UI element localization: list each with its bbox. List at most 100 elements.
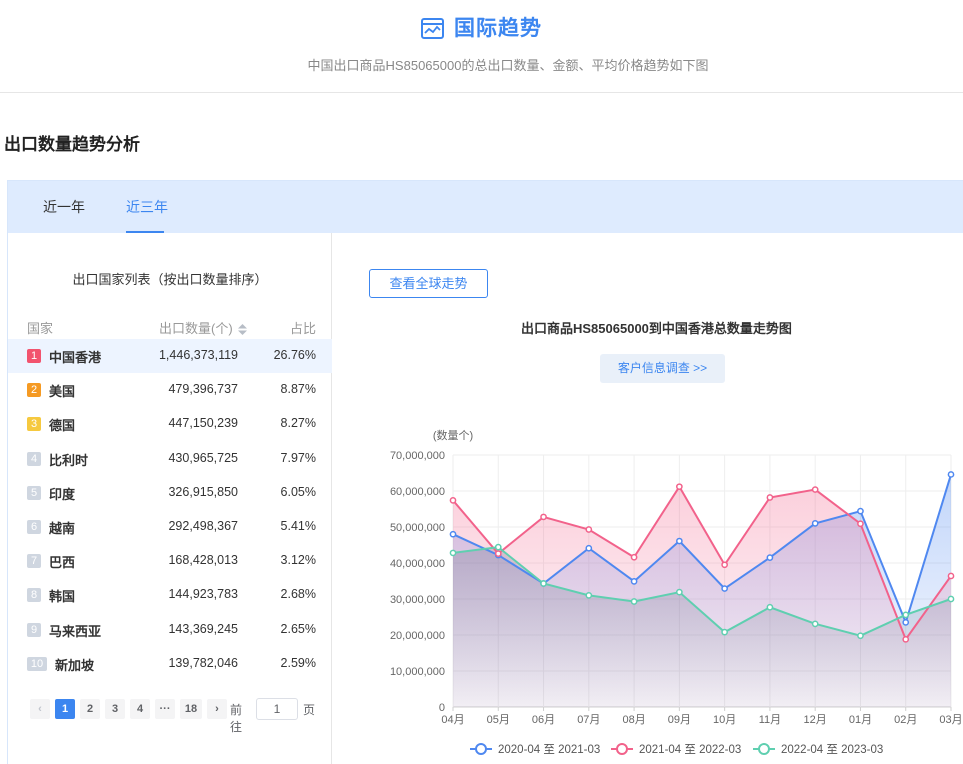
page-ellipsis[interactable]: ··· — [155, 699, 175, 719]
goto-page-input[interactable] — [256, 698, 298, 720]
export-share: 7.97% — [280, 450, 316, 465]
data-point — [585, 592, 593, 599]
export-quantity: 430,965,725 — [168, 450, 238, 465]
rank-badge: 6 — [27, 520, 41, 534]
data-point — [540, 580, 547, 587]
x-tick-label: 09月 — [668, 714, 691, 726]
rank-badge: 2 — [27, 383, 41, 398]
export-share: 26.76% — [273, 348, 316, 362]
section-title: 出口数量趋势分析 — [4, 135, 140, 154]
table-row[interactable]: 1 中国香港 1,446,373,119 26.76% — [8, 339, 332, 373]
x-tick-label: 02月 — [894, 714, 917, 726]
column-header-quantity[interactable]: 出口数量(个) — [159, 318, 248, 338]
table-row[interactable]: 2 美国 479,396,737 8.87% — [8, 373, 332, 407]
page-subtitle: 中国出口商品HS85065000的总出口数量、金额、平均价格趋势如下图 — [307, 58, 709, 73]
legend-marker — [475, 743, 487, 755]
country-name: 韩国 — [49, 589, 76, 605]
data-point — [766, 554, 774, 561]
export-share: 2.59% — [280, 655, 316, 670]
table-row[interactable]: 4 比利时 430,965,725 7.97% — [8, 442, 332, 476]
data-point — [766, 494, 774, 501]
page-button-4[interactable]: 4 — [130, 699, 150, 719]
table-row[interactable]: 6 越南 292,498,367 5.41% — [8, 510, 332, 544]
tab-three-years[interactable]: 近三年 — [126, 197, 168, 217]
y-tick-label: 10,000,000 — [390, 666, 445, 678]
data-point — [902, 619, 910, 626]
export-share: 8.87% — [280, 382, 316, 397]
country-name: 德国 — [49, 418, 76, 434]
rank-badge: 8 — [27, 588, 41, 603]
country-list-title: 出口国家列表（按出口数量排序） — [72, 272, 268, 287]
data-point — [585, 526, 593, 533]
y-tick-label: 30,000,000 — [390, 594, 445, 606]
trend-chart: 0 10,000,000 20,000,000 30,000,000 40,000,00… — [390, 429, 963, 756]
rank-badge: 5 — [27, 485, 41, 500]
next-page-button[interactable]: › — [207, 699, 227, 719]
trend-panel: 近一年 近三年 出口国家列表（按出口数量排序） 国家 出口数量(个) 占比 1中… — [7, 180, 963, 764]
x-tick-label: 12月 — [804, 714, 827, 726]
prev-page-button[interactable]: ‹ — [30, 699, 50, 719]
data-point — [540, 513, 547, 521]
x-tick-label: 05月 — [487, 714, 510, 726]
data-point — [630, 578, 638, 585]
x-tick-label: 10月 — [713, 714, 736, 726]
x-tick-label: 11月 — [759, 714, 781, 726]
data-point — [494, 543, 502, 551]
tab-one-year[interactable]: 近一年 — [43, 197, 85, 217]
y-tick-label: 50,000,000 — [390, 522, 445, 534]
rank-badge: 3 — [27, 417, 41, 432]
export-share: 2.68% — [280, 587, 316, 602]
table-row[interactable]: 3 德国 447,150,239 8.27% — [8, 407, 332, 441]
table-row[interactable]: 9 马来西亚 143,369,245 2.65% — [8, 613, 332, 647]
legend-label: 2020-04 至 2021-03 — [498, 744, 600, 756]
page-suffix: 页 — [303, 703, 316, 717]
table-row[interactable]: 10 新加坡 139,782,046 2.59% — [8, 647, 332, 681]
data-point — [811, 486, 819, 493]
table-row[interactable]: 8 韩国 144,923,783 2.68% — [8, 578, 332, 612]
y-axis-label: (数量个) — [433, 429, 473, 442]
country-list-panel: 出口国家列表（按出口数量排序） 国家 出口数量(个) 占比 1 中国香港 1,446… — [8, 233, 332, 764]
column-header-country: 国家 — [27, 321, 54, 336]
data-point — [449, 530, 457, 538]
data-point — [811, 620, 819, 628]
sort-icon[interactable] — [238, 323, 248, 338]
x-tick-label: 03月 — [939, 714, 962, 726]
period-tabs: 近一年 近三年 — [8, 181, 963, 233]
y-tick-label: 60,000,000 — [390, 486, 445, 498]
legend-marker — [758, 743, 770, 755]
legend-marker — [616, 743, 628, 755]
data-point — [902, 611, 910, 619]
data-point — [494, 550, 502, 557]
data-point — [676, 537, 683, 545]
data-point — [947, 595, 955, 603]
y-tick-label: 0 — [439, 702, 445, 714]
chart-panel: 查看全球走势 出口商品HS85065000到中国香港总数量走势图 客户信息调查 … — [333, 233, 963, 764]
table-row[interactable]: 5 印度 326,915,850 6.05% — [8, 476, 332, 510]
data-point — [766, 603, 774, 611]
data-point — [857, 632, 864, 640]
x-tick-label: 07月 — [577, 714, 600, 726]
rank-badge: 10 — [27, 656, 47, 671]
export-quantity: 143,369,245 — [168, 621, 238, 636]
table-row[interactable]: 7 巴西 168,428,013 3.12% — [8, 544, 332, 578]
country-name: 巴西 — [49, 555, 76, 571]
export-share: 6.05% — [280, 484, 316, 499]
page-button-3[interactable]: 3 — [105, 699, 125, 719]
y-tick-label: 70,000,000 — [390, 450, 445, 462]
data-point — [721, 561, 728, 569]
data-point — [721, 585, 728, 592]
country-name: 比利时 — [49, 452, 89, 468]
export-quantity: 139,782,046 — [168, 655, 238, 670]
data-point — [449, 549, 457, 557]
legend-label: 2022-04 至 2023-03 — [781, 744, 883, 756]
data-point — [676, 588, 683, 596]
page-button-1[interactable]: 1 — [55, 699, 75, 719]
page-button-2[interactable]: 2 — [80, 699, 100, 719]
x-tick-label: 06月 — [532, 714, 555, 726]
data-point — [857, 507, 864, 515]
data-point — [449, 497, 457, 504]
data-point — [676, 483, 683, 491]
page-button-18[interactable]: 18 — [180, 699, 202, 719]
export-quantity: 447,150,239 — [168, 416, 238, 431]
country-name: 印度 — [49, 486, 76, 502]
